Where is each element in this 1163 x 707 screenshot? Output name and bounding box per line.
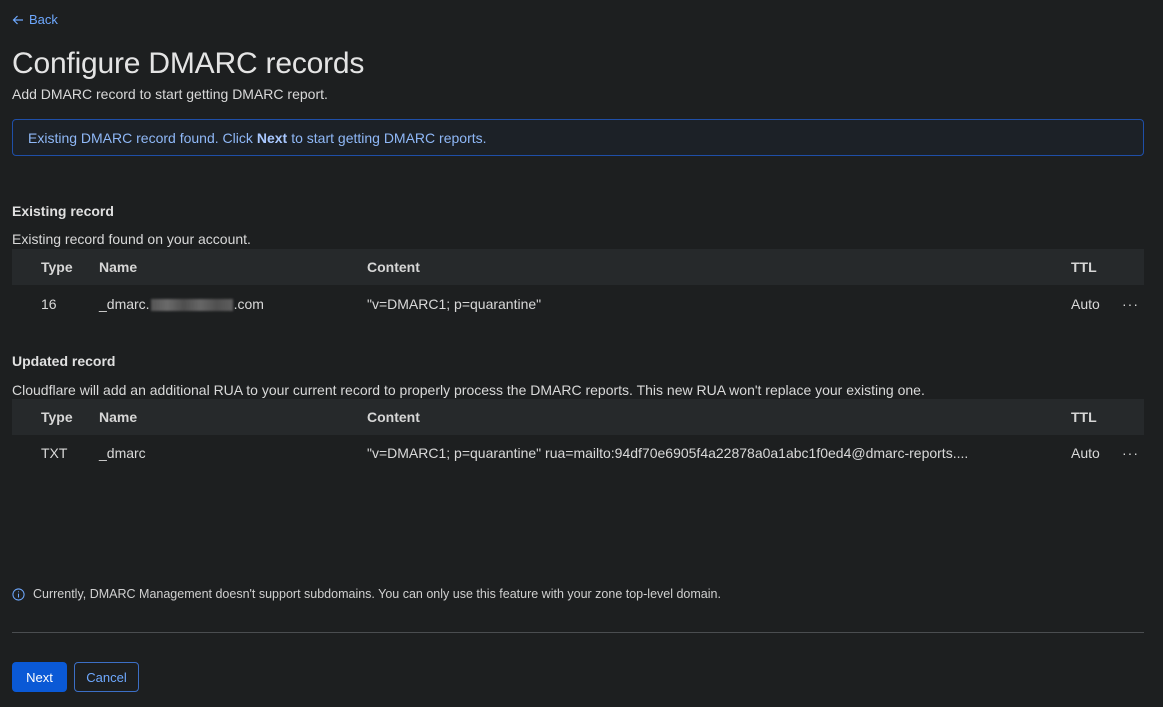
back-label: Back [29, 12, 58, 27]
page-title: Configure DMARC records [12, 47, 365, 80]
name-suffix: .com [233, 296, 264, 312]
redacted-domain [150, 299, 233, 312]
header-type: Type [41, 259, 73, 275]
table-header: Type Name Content TTL [12, 399, 1144, 435]
table-row: 16 _dmarc. .com "v=DMARC1; p=quarantine" … [12, 285, 1144, 323]
divider [12, 632, 1144, 633]
header-ttl: TTL [1071, 409, 1097, 425]
updated-record-table: Type Name Content TTL TXT _dmarc "v=DMAR… [12, 399, 1144, 471]
cell-content: "v=DMARC1; p=quarantine" [367, 296, 542, 312]
banner-text-before: Existing DMARC record found. Click [28, 129, 253, 146]
updated-record-title: Updated record [12, 353, 116, 369]
table-header: Type Name Content TTL [12, 249, 1144, 285]
cell-type: TXT [41, 445, 68, 461]
arrow-left-icon [12, 15, 23, 24]
note-text: Currently, DMARC Management doesn't supp… [33, 587, 721, 601]
page-subtitle: Add DMARC record to start getting DMARC … [12, 86, 328, 102]
banner-bold: Next [256, 129, 288, 146]
header-content: Content [367, 259, 420, 275]
info-circle-icon [12, 587, 25, 601]
name-prefix: _dmarc. [99, 296, 150, 312]
more-horizontal-icon[interactable]: ··· [1122, 445, 1139, 461]
cell-type: 16 [41, 296, 57, 312]
table-row: TXT _dmarc "v=DMARC1; p=quarantine" rua=… [12, 435, 1144, 471]
header-name: Name [99, 409, 138, 425]
cell-name: _dmarc [99, 445, 146, 461]
cancel-button[interactable]: Cancel [74, 662, 139, 692]
cell-name: _dmarc. .com [99, 296, 264, 312]
header-content: Content [367, 409, 420, 425]
more-horizontal-icon[interactable]: ··· [1122, 296, 1139, 312]
banner-text-after: to start getting DMARC reports. [291, 129, 487, 146]
cell-ttl: Auto [1071, 296, 1100, 312]
subdomain-note: Currently, DMARC Management doesn't supp… [12, 587, 721, 601]
updated-record-description: Cloudflare will add an additional RUA to… [12, 382, 925, 398]
existing-record-table: Type Name Content TTL 16 _dmarc. .com "v=… [12, 249, 1144, 323]
cell-ttl: Auto [1071, 445, 1100, 461]
header-type: Type [41, 409, 73, 425]
back-link[interactable]: Back [12, 12, 58, 27]
header-ttl: TTL [1071, 259, 1097, 275]
info-banner: Existing DMARC record found. Click Next … [12, 119, 1144, 156]
existing-record-title: Existing record [12, 203, 114, 219]
cell-content: "v=DMARC1; p=quarantine" rua=mailto:94df… [367, 445, 969, 461]
next-button[interactable]: Next [12, 662, 67, 692]
header-name: Name [99, 259, 138, 275]
existing-record-description: Existing record found on your account. [12, 231, 251, 247]
